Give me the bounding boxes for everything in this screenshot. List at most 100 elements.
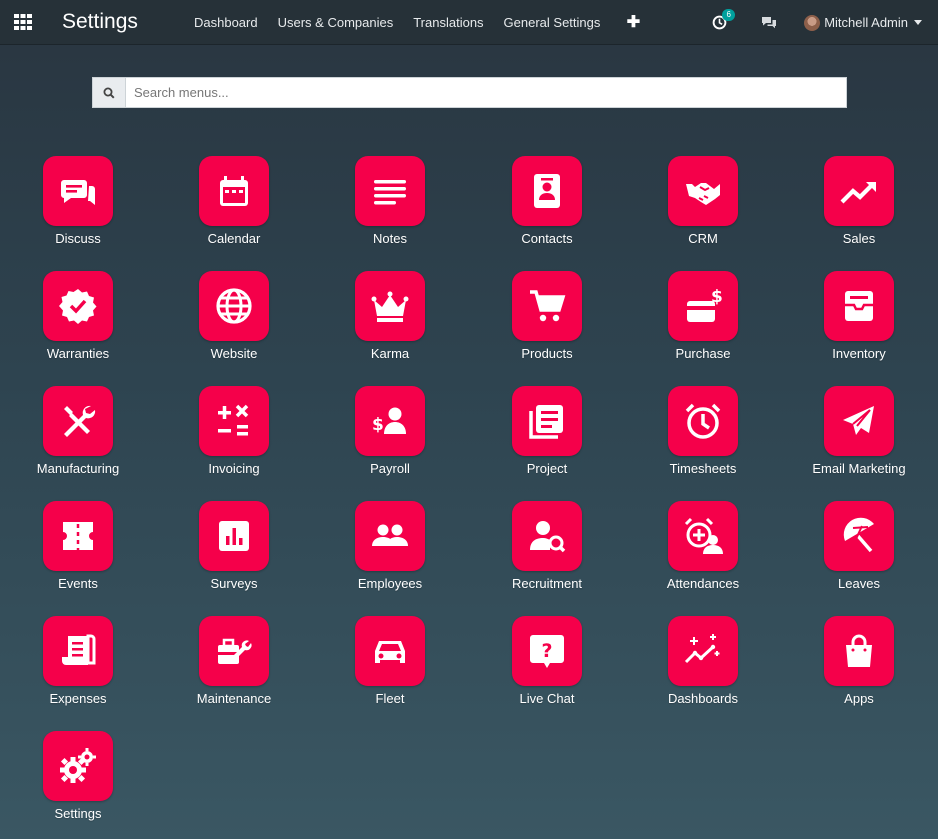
app-tile: $ xyxy=(668,271,738,341)
app-maintenance[interactable]: Maintenance xyxy=(174,616,294,716)
app-label: Payroll xyxy=(370,461,410,476)
app-label: Website xyxy=(210,346,258,361)
user-name: Mitchell Admin xyxy=(824,15,908,30)
app-tile xyxy=(512,271,582,341)
app-recruitment[interactable]: Recruitment xyxy=(487,501,607,601)
app-tile xyxy=(43,501,113,571)
app-inventory[interactable]: Inventory xyxy=(799,271,919,371)
comments-icon xyxy=(761,16,777,30)
app-contacts[interactable]: Contacts xyxy=(487,156,607,256)
app-calendar[interactable]: Calendar xyxy=(174,156,294,256)
inbox-icon xyxy=(839,286,879,326)
app-tile xyxy=(43,156,113,226)
app-email-marketing[interactable]: Email Marketing xyxy=(799,386,919,486)
app-invoicing[interactable]: Invoicing xyxy=(174,386,294,486)
app-apps[interactable]: Apps xyxy=(799,616,919,716)
app-tile xyxy=(355,616,425,686)
app-tile xyxy=(199,156,269,226)
app-tile xyxy=(199,616,269,686)
app-label: Events xyxy=(58,576,98,591)
app-sales[interactable]: Sales xyxy=(799,156,919,256)
app-tile xyxy=(43,271,113,341)
app-tile xyxy=(199,386,269,456)
app-attendances[interactable]: Attendances xyxy=(643,501,763,601)
menu-general-settings[interactable]: General Settings xyxy=(494,0,611,45)
app-tile xyxy=(668,616,738,686)
payroll-icon: $ xyxy=(370,401,410,441)
app-tile xyxy=(668,501,738,571)
app-crm[interactable]: CRM xyxy=(643,156,763,256)
app-label: Notes xyxy=(373,231,407,246)
app-label: Dashboards xyxy=(667,691,739,706)
app-purchase[interactable]: $ Purchase xyxy=(643,271,763,371)
contacts-icon xyxy=(527,171,567,211)
caret-down-icon xyxy=(914,20,922,25)
messaging-button[interactable] xyxy=(758,12,780,34)
tools-icon xyxy=(58,401,98,441)
clock-icon xyxy=(683,401,723,441)
activity-counter-badge: 6 xyxy=(722,8,736,21)
search-input[interactable] xyxy=(126,78,846,107)
poll-icon xyxy=(214,516,254,556)
app-tile xyxy=(355,501,425,571)
app-tile xyxy=(199,271,269,341)
app-warranties[interactable]: Warranties xyxy=(18,271,138,371)
app-live-chat[interactable]: ? Live Chat xyxy=(487,616,607,716)
app-tile xyxy=(824,156,894,226)
app-manufacturing[interactable]: Manufacturing xyxy=(18,386,138,486)
menu-dashboard[interactable]: Dashboard xyxy=(184,0,268,45)
menu-translations[interactable]: Translations xyxy=(403,0,493,45)
toolbox-icon xyxy=(214,631,254,671)
car-icon xyxy=(370,631,410,671)
app-tile xyxy=(355,271,425,341)
app-project[interactable]: Project xyxy=(487,386,607,486)
trend-icon xyxy=(839,171,879,211)
calc-icon xyxy=(214,401,254,441)
paper-plane-icon xyxy=(839,401,879,441)
bag-icon xyxy=(839,631,879,671)
main-menu: Dashboard Users & Companies Translations… xyxy=(184,0,643,45)
app-label: Surveys xyxy=(210,576,258,591)
svg-text:$: $ xyxy=(711,287,723,307)
app-label: Calendar xyxy=(207,231,261,246)
app-discuss[interactable]: Discuss xyxy=(18,156,138,256)
add-menu-button[interactable]: ✚ xyxy=(623,12,643,32)
app-label: Attendances xyxy=(666,576,740,591)
app-leaves[interactable]: Leaves xyxy=(799,501,919,601)
app-label: Maintenance xyxy=(196,691,272,706)
app-label: Inventory xyxy=(832,346,886,361)
app-surveys[interactable]: Surveys xyxy=(174,501,294,601)
user-search-icon xyxy=(527,516,567,556)
app-expenses[interactable]: Expenses xyxy=(18,616,138,716)
app-events[interactable]: Events xyxy=(18,501,138,601)
app-payroll[interactable]: $ Payroll xyxy=(330,386,450,486)
app-karma[interactable]: Karma xyxy=(330,271,450,371)
handshake-icon xyxy=(683,171,723,211)
app-label: Recruitment xyxy=(511,576,583,591)
app-employees[interactable]: Employees xyxy=(330,501,450,601)
activity-button[interactable]: 6 xyxy=(708,8,736,34)
app-label: Employees xyxy=(357,576,423,591)
search-icon xyxy=(93,78,126,107)
app-label: Live Chat xyxy=(519,691,575,706)
app-website[interactable]: Website xyxy=(174,271,294,371)
receipt-icon xyxy=(58,631,98,671)
app-tile xyxy=(824,501,894,571)
card-dollar-icon: $ xyxy=(683,286,723,326)
app-label: Purchase xyxy=(675,346,731,361)
app-dashboards[interactable]: Dashboards xyxy=(643,616,763,716)
apps-menu-button[interactable] xyxy=(0,0,46,45)
app-label: Karma xyxy=(370,346,410,361)
app-notes[interactable]: Notes xyxy=(330,156,450,256)
app-fleet[interactable]: Fleet xyxy=(330,616,450,716)
app-timesheets[interactable]: Timesheets xyxy=(643,386,763,486)
app-label: Email Marketing xyxy=(812,461,906,476)
app-label: Expenses xyxy=(49,691,107,706)
svg-text:?: ? xyxy=(541,640,552,662)
app-products[interactable]: Products xyxy=(487,271,607,371)
search-bar xyxy=(92,77,847,108)
app-settings[interactable]: Settings xyxy=(18,731,138,831)
user-menu[interactable]: Mitchell Admin xyxy=(804,14,922,31)
svg-text:$: $ xyxy=(372,415,384,435)
menu-users-companies[interactable]: Users & Companies xyxy=(268,0,404,45)
